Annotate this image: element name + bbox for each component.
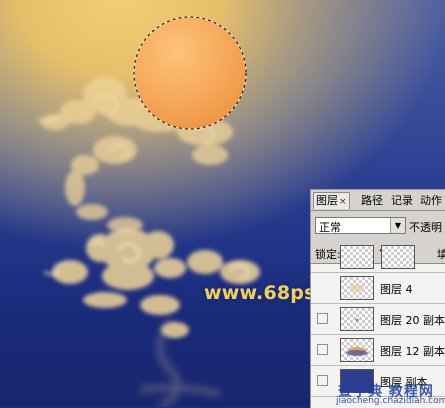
visibility-toggle[interactable] [317,313,328,324]
layer-thumbnail [340,369,374,393]
blend-mode-select[interactable]: 正常 ▼ [315,217,406,234]
layer-row[interactable]: 图层 4 [311,273,445,304]
panel-tabs: 图层× 路径 记录 动作 [311,190,445,211]
layer-name: 图层 副本 [380,376,428,389]
visibility-toggle[interactable] [317,375,328,386]
visibility-toggle[interactable] [317,344,328,355]
tab-history[interactable]: 记录 [391,193,413,209]
layer-name: 图层 20 副本 [380,314,445,327]
layer-thumbnail [340,276,374,300]
dropdown-arrow-icon[interactable]: ▼ [390,218,405,233]
layer-name: 图层 4 [380,283,413,296]
opacity-label: 不透明 [409,221,442,234]
close-icon[interactable]: × [339,197,347,207]
layer-name: 图层 12 副本 [380,345,445,358]
tab-actions[interactable]: 动作 [420,193,442,209]
moon [134,17,246,129]
layer-list: 图层 4 图层 20 副本 图层 12 副本 图层 副本 [311,245,445,408]
layer-row[interactable]: 图层 副本 [311,366,445,397]
layer-thumbnail [340,338,374,362]
layers-panel: 图层× 路径 记录 动作 正常 ▼ 不透明 锁定: ✎ ✥ 🔒︎ 填 图层 4 [310,189,445,408]
layer-row[interactable] [311,242,445,273]
blend-mode-value: 正常 [319,221,341,234]
layer-row[interactable]: 图层 12 副本 [311,335,445,366]
tab-layers[interactable]: 图层× [313,192,350,209]
layer-thumbnail [340,307,374,331]
layer-row[interactable]: 图层 20 副本 [311,304,445,335]
layer-mask-thumbnail [381,245,415,269]
layer-thumbnail [340,245,374,269]
tab-paths[interactable]: 路径 [361,193,383,209]
